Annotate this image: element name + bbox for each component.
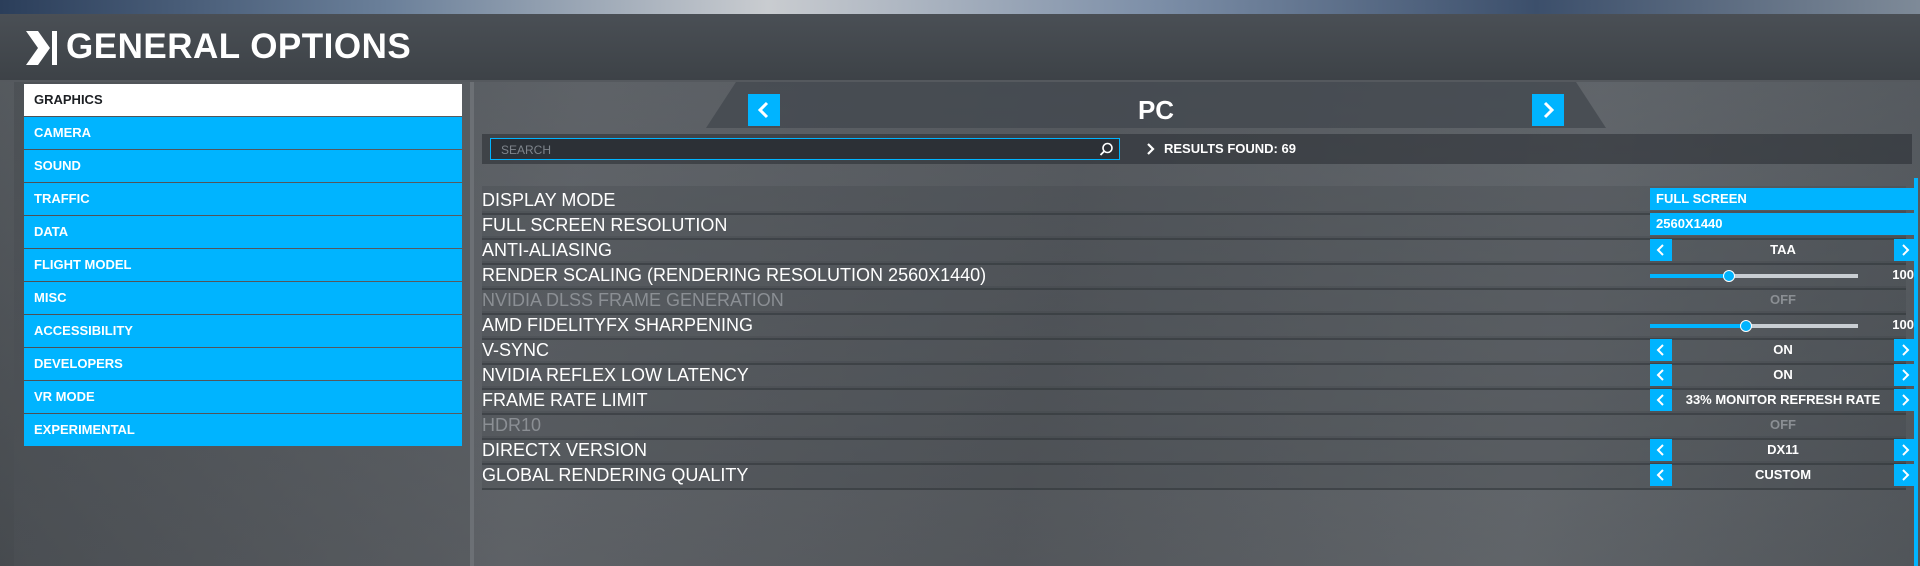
render-scaling-slider[interactable] [1650,270,1858,282]
setting-label: RENDER SCALING (RENDERING RESOLUTION 256… [482,265,987,285]
slider-thumb[interactable] [1723,270,1736,282]
setting-label: NVIDIA REFLEX LOW LATENCY [482,365,749,385]
sidebar-item-flight-model[interactable]: FLIGHT MODEL [24,249,462,281]
dlss-frame-generation-value: OFF [1770,292,1796,307]
settings-scrollbar[interactable] [1914,178,1918,566]
sidebar-item-experimental[interactable]: EXPERIMENTAL [24,414,462,446]
sidebar-item-accessibility[interactable]: ACCESSIBILITY [24,315,462,347]
header-divider [52,31,57,65]
chevron-right-icon [1902,369,1910,381]
chevron-left-icon [1656,344,1664,356]
reflex-next-button[interactable] [1894,364,1916,386]
v-sync-prev-button[interactable] [1650,339,1672,361]
rendering-quality-prev-button[interactable] [1650,464,1672,486]
setting-label: DIRECTX VERSION [482,440,648,460]
anti-aliasing-next-button[interactable] [1894,239,1916,261]
directx-next-button[interactable] [1894,439,1916,461]
search-icon[interactable] [1099,142,1114,157]
search-field[interactable] [490,138,1120,160]
setting-label: GLOBAL RENDERING QUALITY [482,465,749,485]
setting-label: AMD FIDELITYFX SHARPENING [482,315,754,335]
chevron-right-icon [1902,469,1910,481]
page-title: GENERAL OPTIONS [66,27,412,66]
rendering-quality-value: CUSTOM [1754,467,1812,482]
background-scene [0,0,1920,14]
slider-fill [1650,324,1746,328]
frame-rate-limit-value: 33% MONITOR REFRESH RATE [1685,392,1881,407]
resolution-dropdown[interactable]: 2560X1440 [1650,213,1916,235]
reflex-value: ON [1773,367,1793,382]
sidebar-item-data[interactable]: DATA [24,216,462,248]
results-count: RESULTS FOUND: 69 [1164,141,1296,156]
setting-label: FULL SCREEN RESOLUTION [482,215,728,235]
hdr10-value: OFF [1770,417,1796,432]
sidebar-item-sound[interactable]: SOUND [24,150,462,182]
rendering-quality-next-button[interactable] [1894,464,1916,486]
sidebar-item-traffic[interactable]: TRAFFIC [24,183,462,215]
setting-label: HDR10 [482,415,542,435]
sidebar-item-misc[interactable]: MISC [24,282,462,314]
directx-value: DX11 [1767,442,1799,457]
chevron-right-icon [1902,444,1910,456]
chevron-right-icon [26,31,50,65]
chevron-left-icon [1656,369,1664,381]
sidebar-item-developers[interactable]: DEVELOPERS [24,348,462,380]
frame-rate-limit-next-button[interactable] [1894,389,1916,411]
v-sync-value: ON [1773,342,1793,357]
reflex-prev-button[interactable] [1650,364,1672,386]
chevron-right-icon [1902,344,1910,356]
sidebar-item-graphics[interactable]: GRAPHICS [24,84,462,116]
sharpening-slider[interactable] [1650,320,1858,332]
platform-next-button[interactable] [1532,94,1564,126]
chevron-left-icon [1656,444,1664,456]
setting-label: NVIDIA DLSS FRAME GENERATION [482,290,784,310]
render-scaling-value: 100 [1892,267,1914,282]
setting-label: FRAME RATE LIMIT [482,390,648,410]
chevron-left-icon [1656,469,1664,481]
setting-label: V-SYNC [482,340,550,360]
sidebar-item-vr-mode[interactable]: VR MODE [24,381,462,413]
setting-label: ANTI-ALIASING [482,240,613,260]
chevron-right-icon [1543,101,1555,119]
sharpening-value: 100 [1892,317,1914,332]
setting-label: DISPLAY MODE [482,190,616,210]
sidebar: GRAPHICS CAMERA SOUND TRAFFIC DATA FLIGH… [14,82,474,566]
setting-row-global-rendering-quality: GLOBAL RENDERING QUALITY CUSTOM [482,461,1916,490]
search-bar: RESULTS FOUND: 69 [482,134,1912,164]
slider-fill [1650,274,1730,278]
platform-title: PC [1137,95,1175,125]
page-header: GENERAL OPTIONS [0,14,1920,82]
frame-rate-limit-prev-button[interactable] [1650,389,1672,411]
slider-thumb[interactable] [1739,320,1752,332]
sidebar-item-camera[interactable]: CAMERA [24,117,462,149]
chevron-right-icon [1902,244,1910,256]
settings-panel: PC RESULTS FOUND: 69 DISPLAY MODE FULL S… [474,82,1920,566]
platform-selector: PC [706,82,1606,128]
search-input[interactable] [499,141,1083,159]
anti-aliasing-value: TAA [1770,242,1796,257]
chevron-right-icon [1902,394,1910,406]
anti-aliasing-prev-button[interactable] [1650,239,1672,261]
chevron-left-icon [1656,244,1664,256]
chevron-right-icon [1147,143,1155,155]
display-mode-dropdown[interactable]: FULL SCREEN [1650,188,1916,210]
chevron-left-icon [1656,394,1664,406]
directx-prev-button[interactable] [1650,439,1672,461]
v-sync-next-button[interactable] [1894,339,1916,361]
